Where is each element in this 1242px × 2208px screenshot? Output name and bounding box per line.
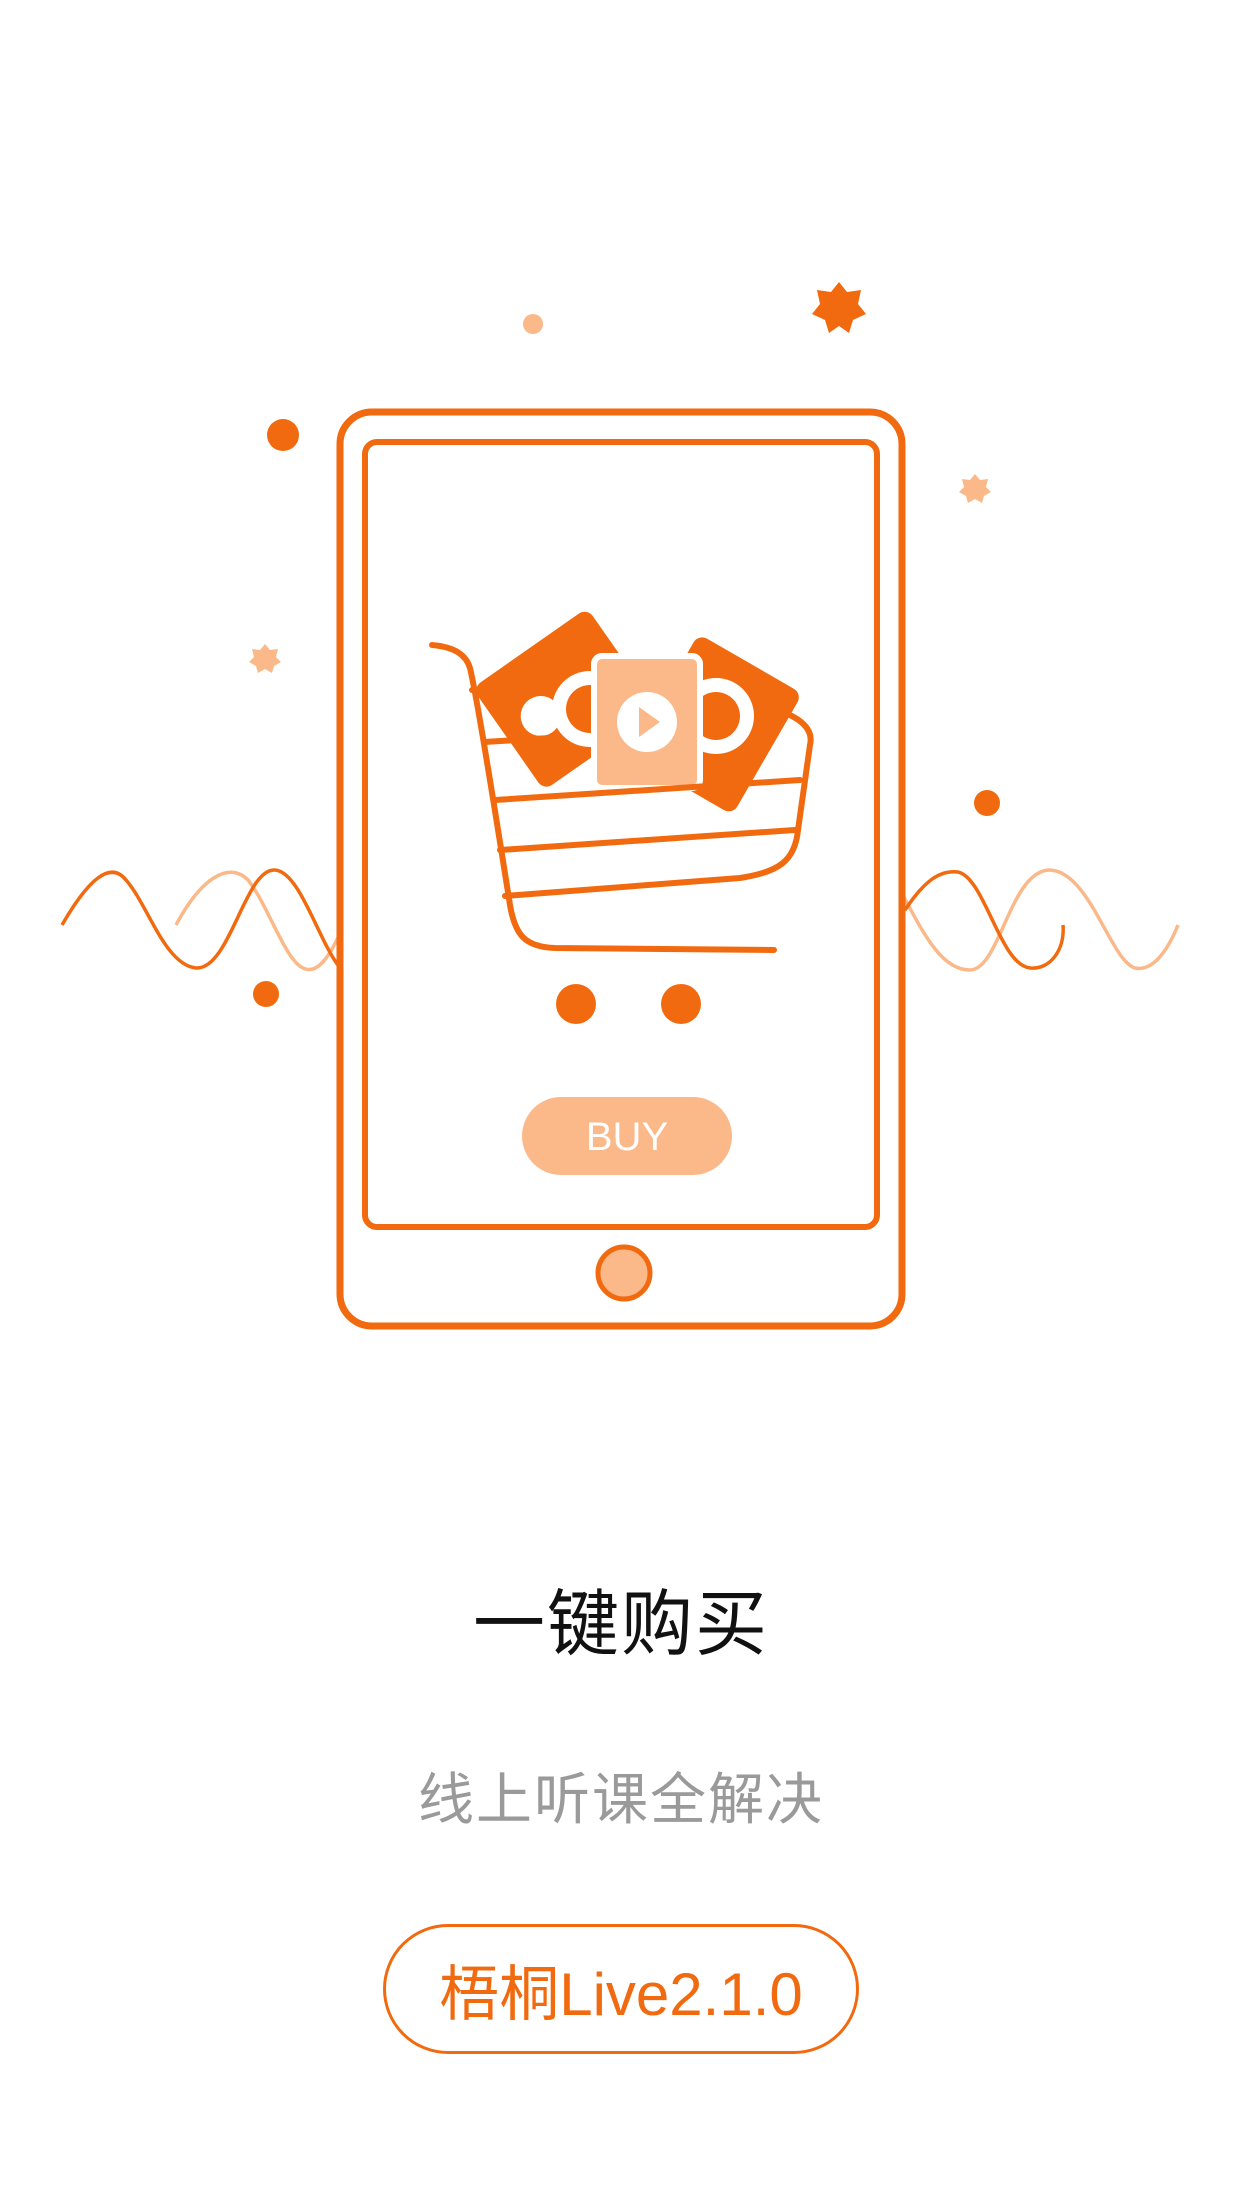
dot: [267, 419, 299, 451]
dot: [974, 790, 1000, 816]
page-title: 一键购买: [472, 1582, 769, 1666]
version-label: 梧桐Live2.1.0: [439, 1960, 803, 2028]
dot: [253, 981, 279, 1007]
wave-icon: [898, 868, 1180, 972]
sparkle-icon: [959, 474, 991, 503]
wave-icon: [60, 868, 354, 972]
dot: [523, 314, 543, 334]
phone-icon: [336, 408, 906, 1330]
onboarding-illustration: BUY: [60, 282, 1180, 1330]
home-button-icon: [595, 1244, 653, 1302]
cart-wheel: [556, 984, 596, 1024]
sparkle-icon: [812, 282, 866, 333]
cart-wheel: [661, 984, 701, 1024]
buy-button-label: BUY: [586, 1115, 668, 1159]
version-button[interactable]: 梧桐Live2.1.0: [383, 1924, 859, 2054]
page-subtitle: 线上听课全解决: [418, 1768, 824, 1833]
buy-button[interactable]: BUY: [522, 1097, 732, 1175]
sparkle-icon: [249, 644, 281, 673]
